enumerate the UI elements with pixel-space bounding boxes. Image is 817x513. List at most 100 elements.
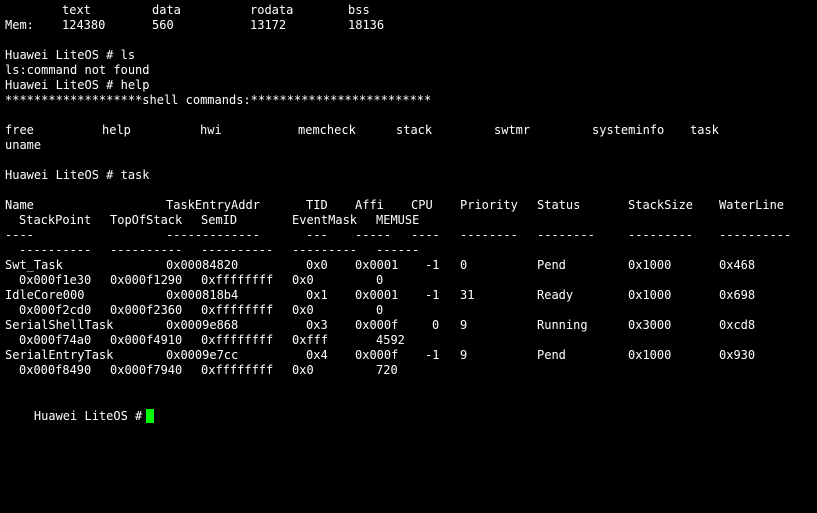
final-prompt-line[interactable]: Huawei LiteOS # bbox=[5, 394, 155, 423]
task-semid: 0xffffffff bbox=[201, 273, 274, 287]
task-stacksize: 0x1000 bbox=[628, 258, 672, 272]
task-status: Running bbox=[537, 318, 588, 332]
task-status: Pend bbox=[537, 258, 566, 272]
command-item: swtmr bbox=[494, 123, 531, 137]
mem-row-label: Mem: bbox=[5, 18, 34, 32]
col-status-header: Status bbox=[537, 198, 581, 212]
task-affi: 0x000f bbox=[355, 348, 399, 362]
task-cpu: -1 bbox=[425, 258, 440, 272]
task-eventmask: 0x0 bbox=[292, 363, 314, 377]
mem-values-line: Mem: 124380 560 13172 18136 bbox=[5, 18, 384, 33]
dash: ---------- bbox=[201, 243, 274, 257]
shell-commands-banner: *******************shell commands:******… bbox=[5, 93, 432, 107]
dash: ---------- bbox=[19, 243, 92, 257]
col-memuse-header: MEMUSE bbox=[376, 213, 420, 227]
mem-value-data: 560 bbox=[152, 18, 174, 32]
table-row-detail: 0x000f8490 0x000f7940 0xffffffff 0x0 720 bbox=[5, 363, 398, 378]
mem-header-rodata: rodata bbox=[250, 3, 294, 17]
mem-value-text: 124380 bbox=[62, 18, 106, 32]
task-memuse: 720 bbox=[376, 363, 398, 377]
col-eventmask-header: EventMask bbox=[292, 213, 358, 227]
task-priority: 9 bbox=[460, 318, 468, 332]
command-item: help bbox=[102, 123, 131, 137]
col-entry-header: TaskEntryAddr bbox=[166, 198, 260, 212]
task-name: SerialShellTask bbox=[5, 318, 114, 332]
command-item: task bbox=[690, 123, 719, 137]
mem-header-text: text bbox=[62, 3, 91, 17]
task-semid: 0xffffffff bbox=[201, 363, 274, 377]
task-status: Ready bbox=[537, 288, 574, 302]
dash: -------- bbox=[460, 228, 518, 242]
command-list-line-2: uname bbox=[5, 138, 41, 153]
task-stacksize: 0x1000 bbox=[628, 288, 672, 302]
col-tid-header: TID bbox=[306, 198, 328, 212]
table-row: SerialEntryTask 0x0009e7cc 0x4 0x000f -1… bbox=[5, 348, 755, 363]
task-waterline: 0x468 bbox=[719, 258, 756, 272]
task-priority: 9 bbox=[460, 348, 468, 362]
col-name-header: Name bbox=[5, 198, 34, 212]
task-dash-row-2: ---------- ---------- ---------- -------… bbox=[5, 243, 419, 258]
mem-value-rodata: 13172 bbox=[250, 18, 287, 32]
task-cpu: -1 bbox=[425, 288, 440, 302]
dash: --------- bbox=[292, 243, 358, 257]
mem-header-bss: bss bbox=[348, 3, 370, 17]
command-item: memcheck bbox=[298, 123, 356, 137]
task-waterline: 0x930 bbox=[719, 348, 756, 362]
task-stacksize: 0x3000 bbox=[628, 318, 672, 332]
dash: ---- bbox=[5, 228, 34, 242]
task-stackpoint: 0x000f8490 bbox=[19, 363, 92, 377]
cursor-block[interactable] bbox=[146, 409, 155, 423]
prompt-help: Huawei LiteOS # help bbox=[5, 78, 150, 92]
task-topofstack: 0x000f1290 bbox=[110, 273, 183, 287]
prompt-task: Huawei LiteOS # task bbox=[5, 168, 150, 182]
col-affi-header: Affi bbox=[355, 198, 384, 212]
col-topofstack-header: TopOfStack bbox=[110, 213, 183, 227]
col-stacksize-header: StackSize bbox=[628, 198, 694, 212]
command-item: hwi bbox=[200, 123, 222, 137]
table-row-detail: 0x000f74a0 0x000f4910 0xffffffff 0xfff 4… bbox=[5, 333, 405, 348]
task-entry: 0x0009e868 bbox=[166, 318, 239, 332]
task-stackpoint: 0x000f74a0 bbox=[19, 333, 92, 347]
task-tid: 0x4 bbox=[306, 348, 328, 362]
task-entry: 0x0009e7cc bbox=[166, 348, 239, 362]
table-row-detail: 0x000f2cd0 0x000f2360 0xffffffff 0x0 0 bbox=[5, 303, 383, 318]
table-row: SerialShellTask 0x0009e868 0x3 0x000f 0 … bbox=[5, 318, 755, 333]
task-waterline: 0x698 bbox=[719, 288, 756, 302]
task-cpu: 0 bbox=[432, 318, 440, 332]
col-stackpoint-header: StackPoint bbox=[19, 213, 92, 227]
mem-value-bss: 18136 bbox=[348, 18, 385, 32]
task-eventmask: 0x0 bbox=[292, 303, 314, 317]
col-cpu-header: CPU bbox=[411, 198, 433, 212]
task-status: Pend bbox=[537, 348, 566, 362]
task-entry: 0x000818b4 bbox=[166, 288, 239, 302]
dash: ---------- bbox=[719, 228, 792, 242]
mem-header-data: data bbox=[152, 3, 181, 17]
task-topofstack: 0x000f7940 bbox=[110, 363, 183, 377]
prompt-ls: Huawei LiteOS # ls bbox=[5, 48, 136, 62]
command-item: stack bbox=[396, 123, 433, 137]
dash: --- bbox=[306, 228, 328, 242]
col-priority-header: Priority bbox=[460, 198, 518, 212]
table-row: IdleCore000 0x000818b4 0x1 0x0001 -1 31 … bbox=[5, 288, 755, 303]
dash: ------ bbox=[376, 243, 420, 257]
command-list-line: free help hwi memcheck stack swtmr syste… bbox=[5, 123, 719, 138]
terminal-window[interactable]: text data rodata bss Mem: 124380 560 131… bbox=[0, 0, 817, 423]
dash: --------- bbox=[628, 228, 694, 242]
task-priority: 31 bbox=[460, 288, 475, 302]
mem-header-line: text data rodata bss bbox=[5, 3, 370, 18]
task-name: Swt_Task bbox=[5, 258, 63, 272]
task-affi: 0x000f bbox=[355, 318, 399, 332]
task-header-row-1: Name TaskEntryAddr TID Affi CPU Priority… bbox=[5, 198, 784, 213]
task-header-row-2: StackPoint TopOfStack SemID EventMask ME… bbox=[5, 213, 419, 228]
col-waterline-header: WaterLine bbox=[719, 198, 785, 212]
dash: ------------- bbox=[166, 228, 260, 242]
task-semid: 0xffffffff bbox=[201, 303, 274, 317]
dash: ---------- bbox=[110, 243, 183, 257]
dash: ----- bbox=[355, 228, 392, 242]
dash: ---- bbox=[411, 228, 440, 242]
task-topofstack: 0x000f2360 bbox=[110, 303, 183, 317]
task-memuse: 4592 bbox=[376, 333, 405, 347]
task-waterline: 0xcd8 bbox=[719, 318, 756, 332]
final-prompt: Huawei LiteOS # bbox=[33, 409, 143, 423]
task-cpu: -1 bbox=[425, 348, 440, 362]
